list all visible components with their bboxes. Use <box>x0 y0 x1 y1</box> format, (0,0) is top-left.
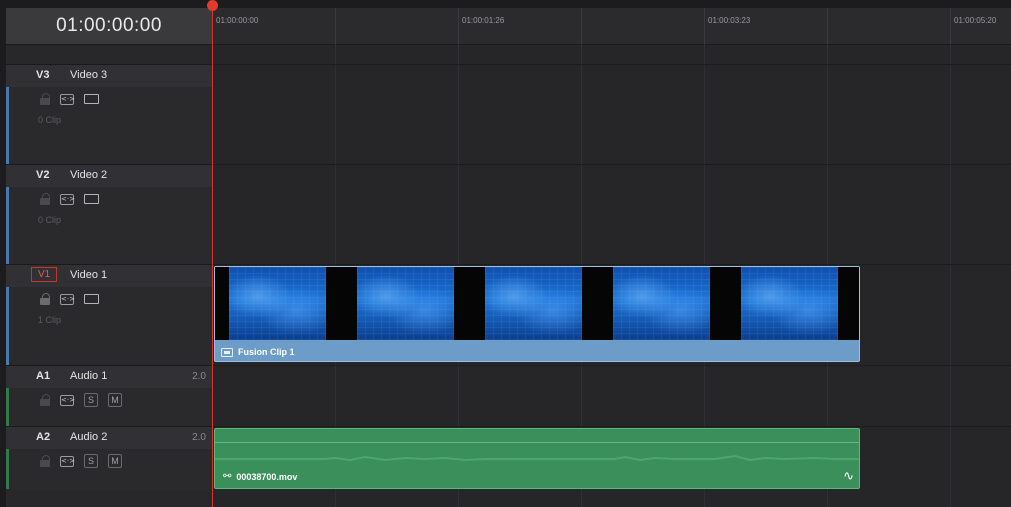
track-header-panel: 01:00:00:00 V3 Video 3 <·> 0 Clip V2 Vid… <box>6 8 212 507</box>
volume-line[interactable] <box>215 442 859 443</box>
disable-track-icon[interactable] <box>84 94 99 104</box>
timecode-display[interactable]: 01:00:00:00 <box>6 8 212 45</box>
curve-icon[interactable]: ∿ <box>843 469 854 484</box>
track-destination-button[interactable]: V1 <box>31 267 58 282</box>
track-header-v2[interactable]: V2 Video 2 <·> 0 Clip <box>6 164 212 265</box>
lock-track-icon[interactable] <box>40 293 50 305</box>
ruler-tick <box>458 8 459 44</box>
clip-thumbnail <box>613 267 710 340</box>
track-name[interactable]: Video 1 <box>70 269 107 281</box>
track-code: V2 <box>36 169 50 181</box>
track-header-v1[interactable]: V1 Video 1 <·> 1 Clip <box>6 264 212 365</box>
track-code: V3 <box>36 69 50 81</box>
audio-waveform <box>215 454 859 462</box>
link-icon: ⚯ <box>223 471 232 482</box>
track-name[interactable]: Audio 1 <box>70 370 107 382</box>
playhead[interactable] <box>207 0 218 507</box>
clip-count: 0 Clip <box>38 215 62 225</box>
lock-track-icon[interactable] <box>40 93 50 105</box>
ruler-tick <box>704 8 705 44</box>
channel-format: 2.0 <box>192 432 206 443</box>
disable-track-icon[interactable] <box>84 194 99 204</box>
clip-thumbnail <box>229 267 326 340</box>
track-controls: <·> <box>40 192 99 206</box>
track-name[interactable]: Audio 2 <box>70 431 107 443</box>
lock-track-icon[interactable] <box>40 193 50 205</box>
audio-clip[interactable]: ⚯ 00038700.mov ∿ <box>214 428 860 489</box>
track-code: A2 <box>36 431 51 443</box>
track-header-a1[interactable]: A1 Audio 1 2.0 <·> S M <box>6 365 212 426</box>
clip-name: Fusion Clip 1 <box>238 347 295 357</box>
track-controls: <·> S M <box>40 454 122 468</box>
auto-select-button[interactable]: <·> <box>60 293 75 305</box>
auto-select-button[interactable]: <·> <box>60 455 75 467</box>
track-name[interactable]: Video 3 <box>70 69 107 81</box>
track-code: A1 <box>36 370 51 382</box>
track-title-row: A1 Audio 1 2.0 <box>6 366 212 388</box>
lock-track-icon[interactable] <box>40 455 50 467</box>
track-lane-a1[interactable] <box>212 365 1011 426</box>
track-header-v3[interactable]: V3 Video 3 <·> 0 Clip <box>6 64 212 165</box>
ruler-tick <box>581 8 582 44</box>
clip-label: ⚯ 00038700.mov <box>223 471 297 482</box>
track-controls: <·> <box>40 92 99 106</box>
track-header-a2[interactable]: A2 Audio 2 2.0 <·> S M <box>6 426 212 489</box>
channel-format: 2.0 <box>192 371 206 382</box>
fusion-clip-icon <box>221 347 233 357</box>
solo-button[interactable]: S <box>84 454 98 468</box>
track-title-row: A2 Audio 2 2.0 <box>6 427 212 449</box>
clip-thumbnail <box>485 267 582 340</box>
ruler-timecode-label: 01:00:03:23 <box>708 16 751 25</box>
ruler-tick <box>950 8 951 44</box>
clip-count: 0 Clip <box>38 115 62 125</box>
ruler-timecode-label: 01:00:00:00 <box>216 16 259 25</box>
solo-button[interactable]: S <box>84 393 98 407</box>
auto-select-button[interactable]: <·> <box>60 394 75 406</box>
track-title-row: V2 Video 2 <box>6 165 212 187</box>
timeline-area[interactable]: 01:00:00:00 01:00:01:26 01:00:03:23 01:0… <box>212 8 1011 507</box>
ruler-timecode-label: 01:00:01:26 <box>462 16 505 25</box>
time-ruler[interactable]: 01:00:00:00 01:00:01:26 01:00:03:23 01:0… <box>212 8 1011 45</box>
ruler-tick <box>827 8 828 44</box>
timeline-window: 01:00:00:00 V3 Video 3 <·> 0 Clip V2 Vid… <box>6 0 1011 507</box>
track-name[interactable]: Video 2 <box>70 169 107 181</box>
playhead-marker[interactable] <box>207 0 218 11</box>
clip-label: Fusion Clip 1 <box>221 347 295 357</box>
clip-name: 00038700.mov <box>236 471 298 482</box>
disable-track-icon[interactable] <box>84 294 99 304</box>
clip-thumbnail <box>357 267 454 340</box>
track-lane-v2[interactable] <box>212 164 1011 265</box>
auto-select-button[interactable]: <·> <box>60 193 75 205</box>
clip-thumbnail <box>741 267 838 340</box>
track-title-row: V3 Video 3 <box>6 65 212 87</box>
clip-count: 1 Clip <box>38 315 62 325</box>
track-controls: <·> <box>40 292 99 306</box>
track-lane-v3[interactable] <box>212 64 1011 165</box>
clip-thumbnails <box>215 267 859 340</box>
mute-button[interactable]: M <box>108 393 122 407</box>
track-controls: <·> S M <box>40 393 122 407</box>
ruler-tick <box>335 8 336 44</box>
lock-track-icon[interactable] <box>40 394 50 406</box>
ruler-timecode-label: 01:00:05:20 <box>954 16 997 25</box>
mute-button[interactable]: M <box>108 454 122 468</box>
video-clip[interactable]: Fusion Clip 1 <box>214 266 860 362</box>
auto-select-button[interactable]: <·> <box>60 93 75 105</box>
track-title-row: V1 Video 1 <box>6 265 212 287</box>
